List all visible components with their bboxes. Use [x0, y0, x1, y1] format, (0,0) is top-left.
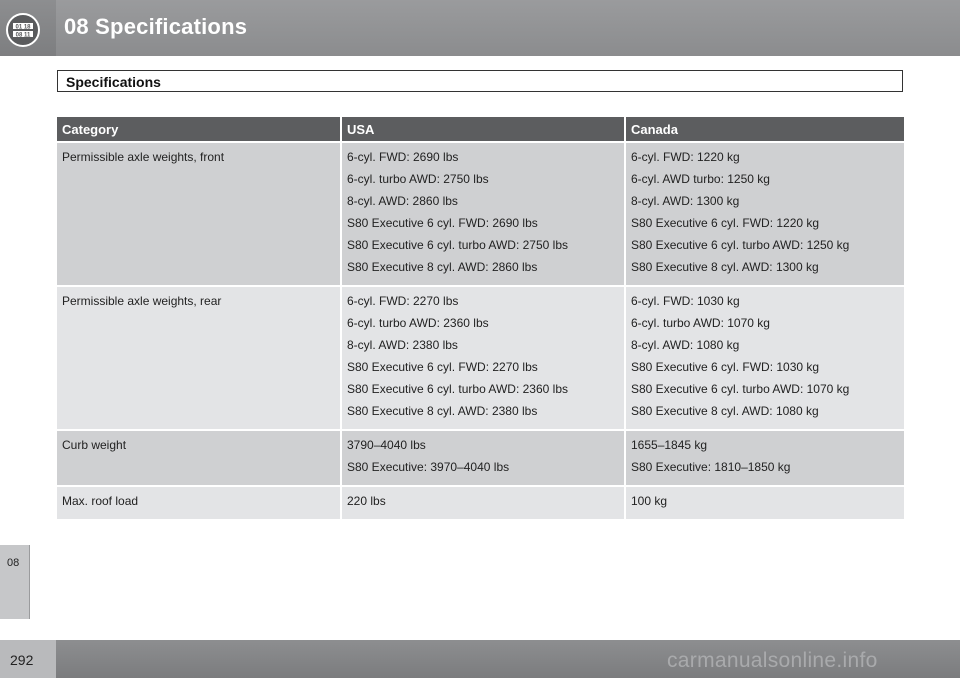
usa-value-line: 6-cyl. FWD: 2690 lbs	[347, 150, 459, 164]
page-number: 292	[10, 652, 34, 668]
cell-usa: 6-cyl. FWD: 2270 lbs 6-cyl. turbo AWD: 23…	[341, 285, 626, 430]
chapter-header: 01 18 08 11 08 Specifications	[0, 0, 960, 56]
column-header-usa: USA	[341, 117, 626, 142]
category-text: Permissible axle weights, rear	[62, 294, 222, 308]
canada-value-line: S80 Executive 8 cyl. AWD: 1300 kg	[631, 260, 819, 274]
svg-text:01 18: 01 18	[15, 25, 31, 31]
odometer-icon: 01 18 08 11	[6, 13, 40, 47]
cell-category: Permissible axle weights, rear	[57, 285, 342, 430]
cell-canada: 6-cyl. FWD: 1030 kg 6-cyl. turbo AWD: 107…	[625, 285, 904, 430]
canada-value-line: S80 Executive: 1810–1850 kg	[631, 460, 791, 474]
usa-value-line: S80 Executive 6 cyl. FWD: 2690 lbs	[347, 216, 538, 230]
canada-value-line: 6-cyl. FWD: 1220 kg	[631, 150, 740, 164]
canada-value-line: 6-cyl. AWD turbo: 1250 kg	[631, 172, 770, 186]
canada-value-line: S80 Executive 6 cyl. turbo AWD: 1070 kg	[631, 382, 850, 396]
usa-value-line: S80 Executive 6 cyl. turbo AWD: 2750 lbs	[347, 238, 568, 252]
chapter-side-tab: 08	[0, 545, 30, 619]
cell-canada: 100 kg	[625, 485, 904, 519]
canada-value-line: 100 kg	[631, 494, 668, 508]
usa-value-line: 6-cyl. FWD: 2270 lbs	[347, 294, 459, 308]
usa-value-line: 6-cyl. turbo AWD: 2750 lbs	[347, 172, 489, 186]
canada-value-line: S80 Executive 6 cyl. FWD: 1220 kg	[631, 216, 820, 230]
canada-value-line: 6-cyl. FWD: 1030 kg	[631, 294, 740, 308]
usa-value-line: S80 Executive 8 cyl. AWD: 2380 lbs	[347, 404, 538, 418]
section-heading-box: Specifications	[57, 70, 903, 92]
column-header-category: Category	[57, 117, 342, 142]
chapter-tab: 01 18 08 11	[0, 0, 56, 56]
category-text: Max. roof load	[62, 494, 139, 508]
cell-usa: 220 lbs	[341, 485, 626, 519]
cell-usa: 3790–4040 lbs S80 Executive: 3970–4040 lb…	[341, 429, 626, 486]
section-title: Specifications	[66, 74, 161, 90]
chapter-side-tab-label: 08	[7, 557, 20, 569]
footer-tab: 292	[0, 640, 56, 678]
usa-value-line: S80 Executive 6 cyl. FWD: 2270 lbs	[347, 360, 538, 374]
table-row: Permissible axle weights, front 6-cyl. FW…	[57, 141, 904, 286]
usa-value-line: 8-cyl. AWD: 2380 lbs	[347, 338, 458, 352]
category-text: Curb weight	[62, 438, 127, 452]
column-header-canada: Canada	[625, 117, 904, 142]
cell-canada: 6-cyl. FWD: 1220 kg 6-cyl. AWD turbo: 125…	[625, 141, 904, 286]
canada-value-line: 8-cyl. AWD: 1300 kg	[631, 194, 740, 208]
svg-text:08 11: 08 11	[16, 33, 31, 39]
cell-category: Curb weight	[57, 429, 342, 486]
usa-value-line: 3790–4040 lbs	[347, 438, 426, 452]
canada-value-line: S80 Executive 6 cyl. turbo AWD: 1250 kg	[631, 238, 850, 252]
canada-value-line: S80 Executive 8 cyl. AWD: 1080 kg	[631, 404, 819, 418]
table-row: Curb weight 3790–4040 lbs S80 Executive: 3…	[57, 429, 904, 486]
usa-value-line: S80 Executive: 3970–4040 lbs	[347, 460, 510, 474]
table-body: Permissible axle weights, front 6-cyl. FW…	[57, 141, 904, 519]
canada-value-line: 1655–1845 kg	[631, 438, 708, 452]
usa-value-line: S80 Executive 8 cyl. AWD: 2860 lbs	[347, 260, 538, 274]
specifications-table: Category USA Canada Permissible axle wei…	[57, 117, 904, 519]
usa-value-line: 220 lbs	[347, 494, 386, 508]
cell-category: Max. roof load	[57, 485, 342, 519]
table-header-row: Category USA Canada	[57, 117, 904, 142]
canada-value-line: 6-cyl. turbo AWD: 1070 kg	[631, 316, 770, 330]
cell-usa: 6-cyl. FWD: 2690 lbs 6-cyl. turbo AWD: 27…	[341, 141, 626, 286]
usa-value-line: S80 Executive 6 cyl. turbo AWD: 2360 lbs	[347, 382, 568, 396]
table-row: Permissible axle weights, rear 6-cyl. FWD…	[57, 285, 904, 430]
canada-value-line: 8-cyl. AWD: 1080 kg	[631, 338, 740, 352]
category-text: Permissible axle weights, front	[62, 150, 225, 164]
cell-category: Permissible axle weights, front	[57, 141, 342, 286]
chapter-title: 08 Specifications	[64, 14, 248, 39]
watermark-text: carmanualsonline.info	[667, 649, 878, 672]
cell-canada: 1655–1845 kg S80 Executive: 1810–1850 kg	[625, 429, 904, 486]
usa-value-line: 6-cyl. turbo AWD: 2360 lbs	[347, 316, 489, 330]
usa-value-line: 8-cyl. AWD: 2860 lbs	[347, 194, 458, 208]
canada-value-line: S80 Executive 6 cyl. FWD: 1030 kg	[631, 360, 820, 374]
table-row: Max. roof load 220 lbs 100 kg	[57, 485, 904, 519]
